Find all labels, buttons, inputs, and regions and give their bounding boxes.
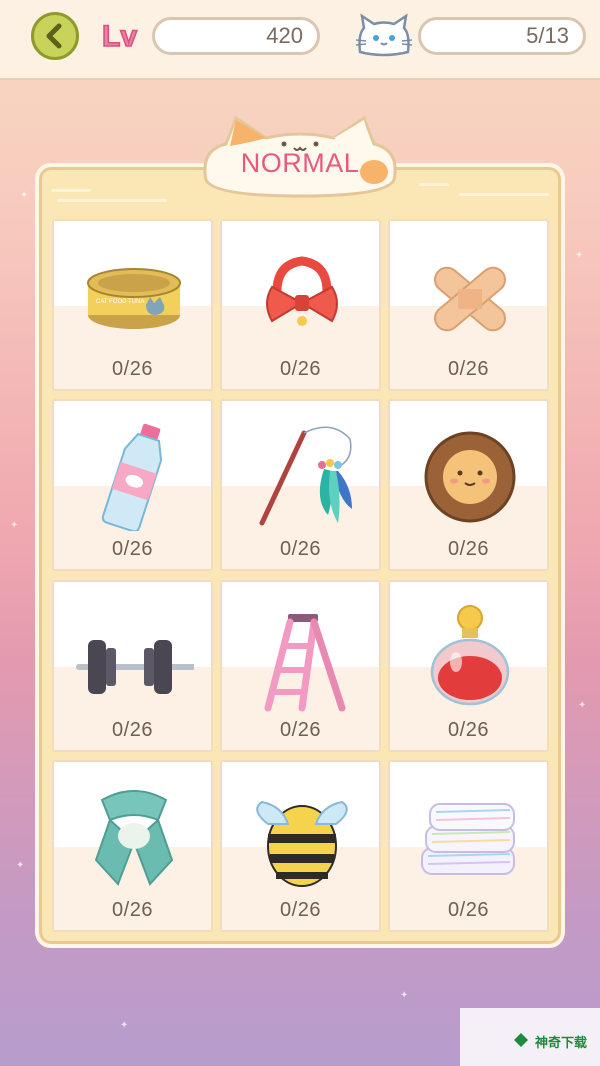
item-card-scarf[interactable]: 0/26 bbox=[52, 760, 213, 932]
level-icon: Lv bbox=[101, 19, 138, 54]
top-bar: Lv 420 5/13 bbox=[0, 0, 600, 80]
item-card-bee-costume[interactable]: 0/26 bbox=[220, 760, 381, 932]
item-count: 0/26 bbox=[112, 899, 153, 921]
item-count: 0/26 bbox=[112, 538, 153, 560]
back-button[interactable] bbox=[31, 12, 79, 60]
item-card-water-bottle[interactable]: 0/26 bbox=[52, 399, 213, 571]
lion-mane-icon bbox=[424, 431, 516, 523]
level-value: 420 bbox=[152, 17, 320, 55]
sparkle-decoration: ✦ bbox=[16, 860, 25, 871]
svg-text:Lv: Lv bbox=[102, 20, 137, 53]
towels-icon bbox=[421, 803, 515, 875]
item-card-feather-toy[interactable]: 0/26 bbox=[220, 399, 381, 571]
cat-collection-count: 5/13 bbox=[418, 17, 586, 55]
item-count: 0/26 bbox=[280, 358, 321, 380]
water-bottle-icon bbox=[101, 423, 163, 531]
item-count: 0/26 bbox=[112, 719, 153, 741]
cat-food-can-icon: CAT FOOD TUNA bbox=[87, 268, 181, 329]
sparkle-decoration: ✦ bbox=[400, 990, 409, 1001]
watermark-logo-icon bbox=[514, 1033, 528, 1047]
ladder-icon bbox=[264, 614, 346, 712]
item-card-perfume-bottle[interactable]: 0/26 bbox=[388, 580, 549, 752]
item-count: 0/26 bbox=[280, 719, 321, 741]
panel-decoration-line bbox=[57, 199, 167, 202]
watermark-text: 神奇下载 bbox=[535, 1036, 588, 1051]
item-count: 0/26 bbox=[280, 538, 321, 560]
item-count: 0/26 bbox=[448, 358, 489, 380]
item-count: 0/26 bbox=[448, 538, 489, 560]
item-card-bandage[interactable]: 0/26 bbox=[388, 219, 549, 391]
perfume-bottle-icon bbox=[430, 605, 510, 706]
bee-costume-icon bbox=[256, 800, 348, 887]
svg-text:CAT FOOD TUNA: CAT FOOD TUNA bbox=[96, 299, 144, 305]
item-count: 0/26 bbox=[448, 719, 489, 741]
item-count: 0/26 bbox=[280, 899, 321, 921]
scarf-icon bbox=[94, 790, 174, 886]
sparkle-decoration: ✦ bbox=[120, 1020, 129, 1031]
panel-decoration-line bbox=[51, 189, 91, 192]
sparkle-decoration: ✦ bbox=[10, 520, 19, 531]
panel-title: NORMAL bbox=[240, 148, 360, 178]
item-count: 0/26 bbox=[112, 358, 153, 380]
item-card-red-bow-collar[interactable]: 0/26 bbox=[220, 219, 381, 391]
bandage-icon bbox=[434, 266, 506, 332]
dumbbell-icon bbox=[76, 640, 194, 694]
panel-decoration-line bbox=[419, 183, 449, 186]
panel-decoration-line bbox=[459, 193, 549, 196]
feather-toy-icon bbox=[259, 426, 352, 526]
chevron-left-icon bbox=[46, 23, 62, 49]
item-count: 0/26 bbox=[448, 899, 489, 921]
item-card-ladder[interactable]: 0/26 bbox=[220, 580, 381, 752]
item-card-cat-food-can[interactable]: CAT FOOD TUNA 0/26 bbox=[52, 219, 213, 391]
sparkle-decoration: ✦ bbox=[575, 250, 584, 261]
sparkle-decoration: ✦ bbox=[20, 190, 29, 201]
item-card-towels[interactable]: 0/26 bbox=[388, 760, 549, 932]
item-card-dumbbell[interactable]: 0/26 bbox=[52, 580, 213, 752]
red-bow-collar-icon bbox=[266, 256, 338, 326]
cat-face-icon bbox=[355, 13, 413, 57]
sparkle-decoration: ✦ bbox=[578, 700, 587, 711]
item-card-lion-mane[interactable]: 0/26 bbox=[388, 399, 549, 571]
